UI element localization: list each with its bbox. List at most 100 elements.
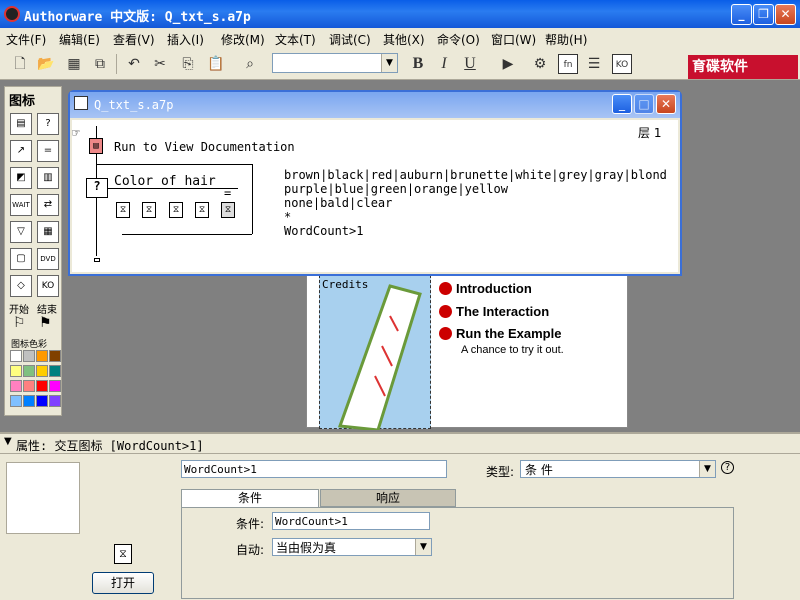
font-combo[interactable]: ▼: [272, 53, 398, 73]
ko-icon[interactable]: KO: [37, 275, 59, 297]
color-swatch[interactable]: [10, 380, 22, 392]
paste-icon[interactable]: 📋: [206, 54, 226, 74]
nav-interaction[interactable]: The Interaction: [439, 304, 549, 319]
chevron-down-icon[interactable]: ▼: [381, 54, 397, 72]
save-all-icon[interactable]: ▦: [64, 54, 84, 74]
italic-button[interactable]: I: [434, 54, 454, 74]
menu-window[interactable]: 窗口(W): [491, 31, 536, 48]
color-swatch[interactable]: [49, 350, 61, 362]
color-swatch[interactable]: [10, 365, 22, 377]
color-swatch[interactable]: [23, 365, 35, 377]
menu-help[interactable]: 帮助(H): [545, 31, 587, 48]
color-swatch[interactable]: [23, 350, 35, 362]
color-swatch[interactable]: [49, 395, 61, 407]
response-icon-2[interactable]: ⧖: [142, 202, 156, 218]
doc-icon[interactable]: ▤: [89, 138, 103, 154]
video-icon[interactable]: DVD: [37, 248, 59, 270]
menu-insert[interactable]: 插入(I): [167, 31, 204, 48]
flowchart-title-bar[interactable]: Q_txt_s.a7p _ □ ✕: [70, 92, 680, 118]
response-icon-1[interactable]: ⧖: [116, 202, 130, 218]
nav-run-example[interactable]: Run the Example: [439, 326, 561, 341]
properties-header[interactable]: ▼ 属性: 交互图标 [WordCount>1]: [0, 434, 800, 454]
condition-5[interactable]: WordCount>1: [284, 224, 363, 238]
framework-icon[interactable]: ▥: [37, 167, 59, 189]
icon-name-field[interactable]: [181, 460, 447, 478]
copy-icon[interactable]: ⎘: [178, 54, 198, 74]
menu-view[interactable]: 查看(V): [113, 31, 155, 48]
wait-icon[interactable]: WAIT: [10, 194, 32, 216]
end-flag-icon[interactable]: ⚑: [39, 315, 52, 331]
chevron-down-icon[interactable]: ▼: [699, 461, 715, 477]
flow-minimize-button[interactable]: _: [612, 94, 632, 114]
condition-4[interactable]: *: [284, 210, 291, 224]
response-icon-5[interactable]: ⧖: [221, 202, 235, 218]
title-bar[interactable]: Authorware 中文版: Q_txt_s.a7p _ ❐ ✕: [0, 0, 800, 28]
color-swatch[interactable]: [36, 365, 48, 377]
flow-maximize-button[interactable]: □: [634, 94, 654, 114]
type-select[interactable]: 条 件 ▼: [520, 460, 716, 478]
sound-icon[interactable]: ◇: [10, 275, 32, 297]
color-swatch[interactable]: [10, 350, 22, 362]
flow-close-button[interactable]: ✕: [656, 94, 676, 114]
open-file-icon[interactable]: 📂: [36, 54, 56, 74]
navigate-icon[interactable]: ⇄: [37, 194, 59, 216]
help-icon[interactable]: ?: [721, 461, 734, 474]
calculation-icon[interactable]: =: [37, 140, 59, 162]
tab-response[interactable]: 响应: [320, 489, 456, 507]
motion-icon[interactable]: ↗: [10, 140, 32, 162]
open-button[interactable]: 打开: [92, 572, 154, 594]
interaction-icon[interactable]: ?: [37, 113, 59, 135]
restore-button[interactable]: ❐: [753, 4, 774, 25]
menu-command[interactable]: 命令(O): [437, 31, 480, 48]
functions-icon[interactable]: fn: [558, 54, 578, 74]
chevron-down-icon[interactable]: ▼: [415, 539, 431, 555]
import-icon[interactable]: ⧉: [90, 54, 110, 74]
underline-button[interactable]: U: [460, 54, 480, 74]
menu-edit[interactable]: 编辑(E): [59, 31, 100, 48]
menu-other[interactable]: 其他(X): [383, 31, 425, 48]
color-swatch[interactable]: [36, 395, 48, 407]
control-panel-icon[interactable]: ⚙: [530, 54, 550, 74]
interaction-node-icon[interactable]: ?: [86, 178, 108, 198]
cut-icon[interactable]: ✂: [150, 54, 170, 74]
new-file-icon[interactable]: 🗋: [10, 54, 30, 74]
display-icon[interactable]: ▤: [10, 113, 32, 135]
movie-icon[interactable]: ▦: [37, 221, 59, 243]
color-swatch[interactable]: [49, 365, 61, 377]
knowledge-object-icon[interactable]: KO: [612, 54, 632, 74]
response-icon-3[interactable]: ⧖: [169, 202, 183, 218]
menu-file[interactable]: 文件(F): [6, 31, 46, 48]
menu-modify[interactable]: 修改(M): [221, 31, 265, 48]
color-swatch[interactable]: [36, 380, 48, 392]
color-swatch[interactable]: [49, 380, 61, 392]
hand-pointer-icon: ☞: [72, 126, 80, 141]
condition-2[interactable]: purple|blue|green|orange|yellow: [284, 182, 508, 196]
color-swatch[interactable]: [23, 380, 35, 392]
run-icon[interactable]: ▶: [498, 54, 518, 74]
nav-introduction[interactable]: Introduction: [439, 281, 532, 296]
nav-bullet-icon: [439, 282, 452, 295]
decision-icon[interactable]: ▽: [10, 221, 32, 243]
flowchart-canvas[interactable]: 层 1 ☞ ▤ Run to View Documentation ? Colo…: [72, 120, 678, 272]
tab-condition[interactable]: 条件: [181, 489, 319, 507]
collapse-arrow-icon[interactable]: ▼: [4, 436, 12, 447]
find-icon[interactable]: ⌕: [240, 54, 260, 74]
response-icon-4[interactable]: ⧖: [195, 202, 209, 218]
condition-1[interactable]: brown|black|red|auburn|brunette|white|gr…: [284, 168, 667, 182]
menu-text[interactable]: 文本(T): [275, 31, 316, 48]
color-swatch[interactable]: [36, 350, 48, 362]
undo-icon[interactable]: ↶: [124, 54, 144, 74]
color-swatch[interactable]: [23, 395, 35, 407]
minimize-button[interactable]: _: [731, 4, 752, 25]
auto-select[interactable]: 当由假为真 ▼: [272, 538, 432, 556]
variables-icon[interactable]: ☰: [584, 54, 604, 74]
erase-icon[interactable]: ◩: [10, 167, 32, 189]
color-swatch[interactable]: [10, 395, 22, 407]
close-button[interactable]: ✕: [775, 4, 796, 25]
map-icon[interactable]: ▢: [10, 248, 32, 270]
condition-field[interactable]: [272, 512, 430, 530]
menu-debug[interactable]: 调试(C): [329, 31, 371, 48]
condition-3[interactable]: none|bald|clear: [284, 196, 392, 210]
start-flag-icon[interactable]: ⚐: [13, 315, 26, 331]
bold-button[interactable]: B: [408, 54, 428, 74]
